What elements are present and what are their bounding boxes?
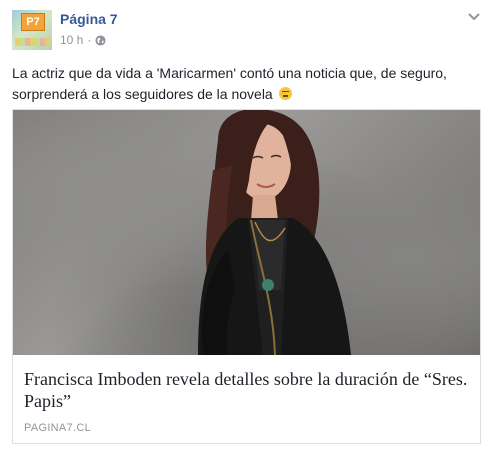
post-body: La actriz que da vida a 'Maricarmen' con… xyxy=(12,63,472,105)
post-timestamp[interactable]: 10 h xyxy=(60,33,83,47)
link-domain: PAGINA7.CL xyxy=(24,422,91,434)
link-preview-card[interactable]: Francisca Imboden revela detalles sobre … xyxy=(12,109,481,444)
avatar-decoration xyxy=(15,38,49,46)
meta-separator: · xyxy=(87,33,92,47)
link-title[interactable]: Francisca Imboden revela detalles sobre … xyxy=(24,368,474,412)
post-message: La actriz que da vida a 'Maricarmen' con… xyxy=(12,65,447,102)
page-avatar[interactable]: P7 xyxy=(12,10,52,50)
woman-photo-illustration xyxy=(198,110,351,355)
facebook-post: P7 Página 7 10 h · La actriz que da vida… xyxy=(0,0,492,455)
unamused-face-icon xyxy=(278,87,292,100)
post-meta: 10 h · xyxy=(60,33,106,47)
chevron-down-icon[interactable] xyxy=(466,10,482,24)
link-preview-image[interactable] xyxy=(13,110,480,355)
page-name-link[interactable]: Página 7 xyxy=(60,11,118,27)
page-logo: P7 xyxy=(21,13,45,31)
globe-icon[interactable] xyxy=(95,34,106,46)
